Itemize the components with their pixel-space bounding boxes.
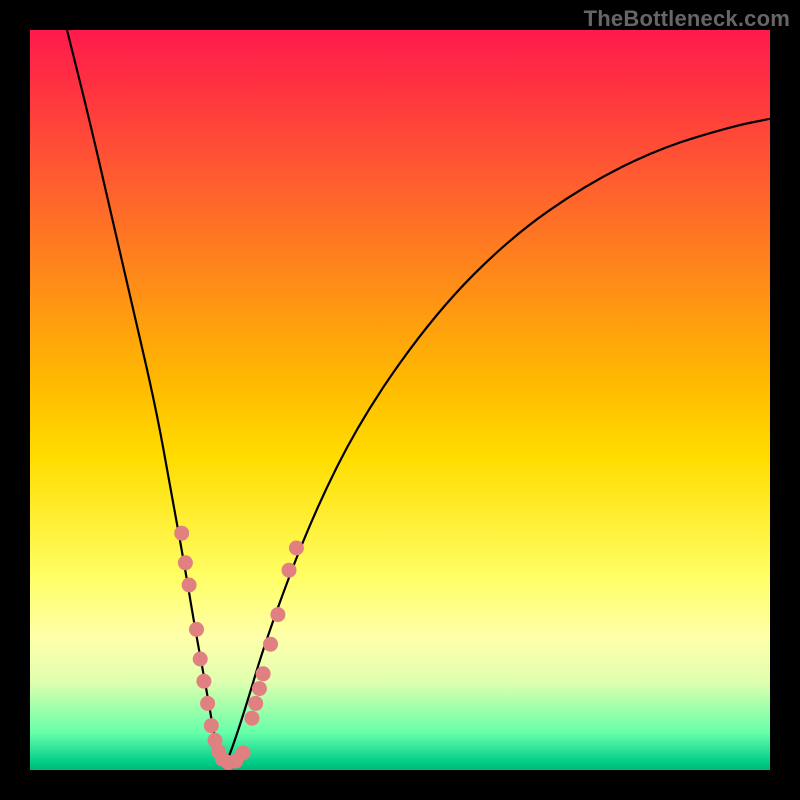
data-marker <box>200 696 215 711</box>
data-marker <box>263 637 278 652</box>
data-marker <box>196 674 211 689</box>
data-marker <box>193 652 208 667</box>
data-marker <box>256 666 271 681</box>
data-marker <box>236 746 251 761</box>
bottleneck-curve <box>67 30 770 765</box>
data-marker <box>289 541 304 556</box>
data-marker <box>270 607 285 622</box>
data-marker <box>204 718 219 733</box>
data-marker <box>182 578 197 593</box>
data-marker <box>282 563 297 578</box>
data-marker <box>178 555 193 570</box>
data-marker <box>252 681 267 696</box>
data-marker <box>189 622 204 637</box>
data-marker <box>248 696 263 711</box>
data-markers <box>174 526 304 770</box>
data-marker <box>245 711 260 726</box>
data-marker <box>174 526 189 541</box>
watermark-text: TheBottleneck.com <box>584 6 790 32</box>
chart-frame: TheBottleneck.com <box>0 0 800 800</box>
chart-overlay <box>30 30 770 770</box>
